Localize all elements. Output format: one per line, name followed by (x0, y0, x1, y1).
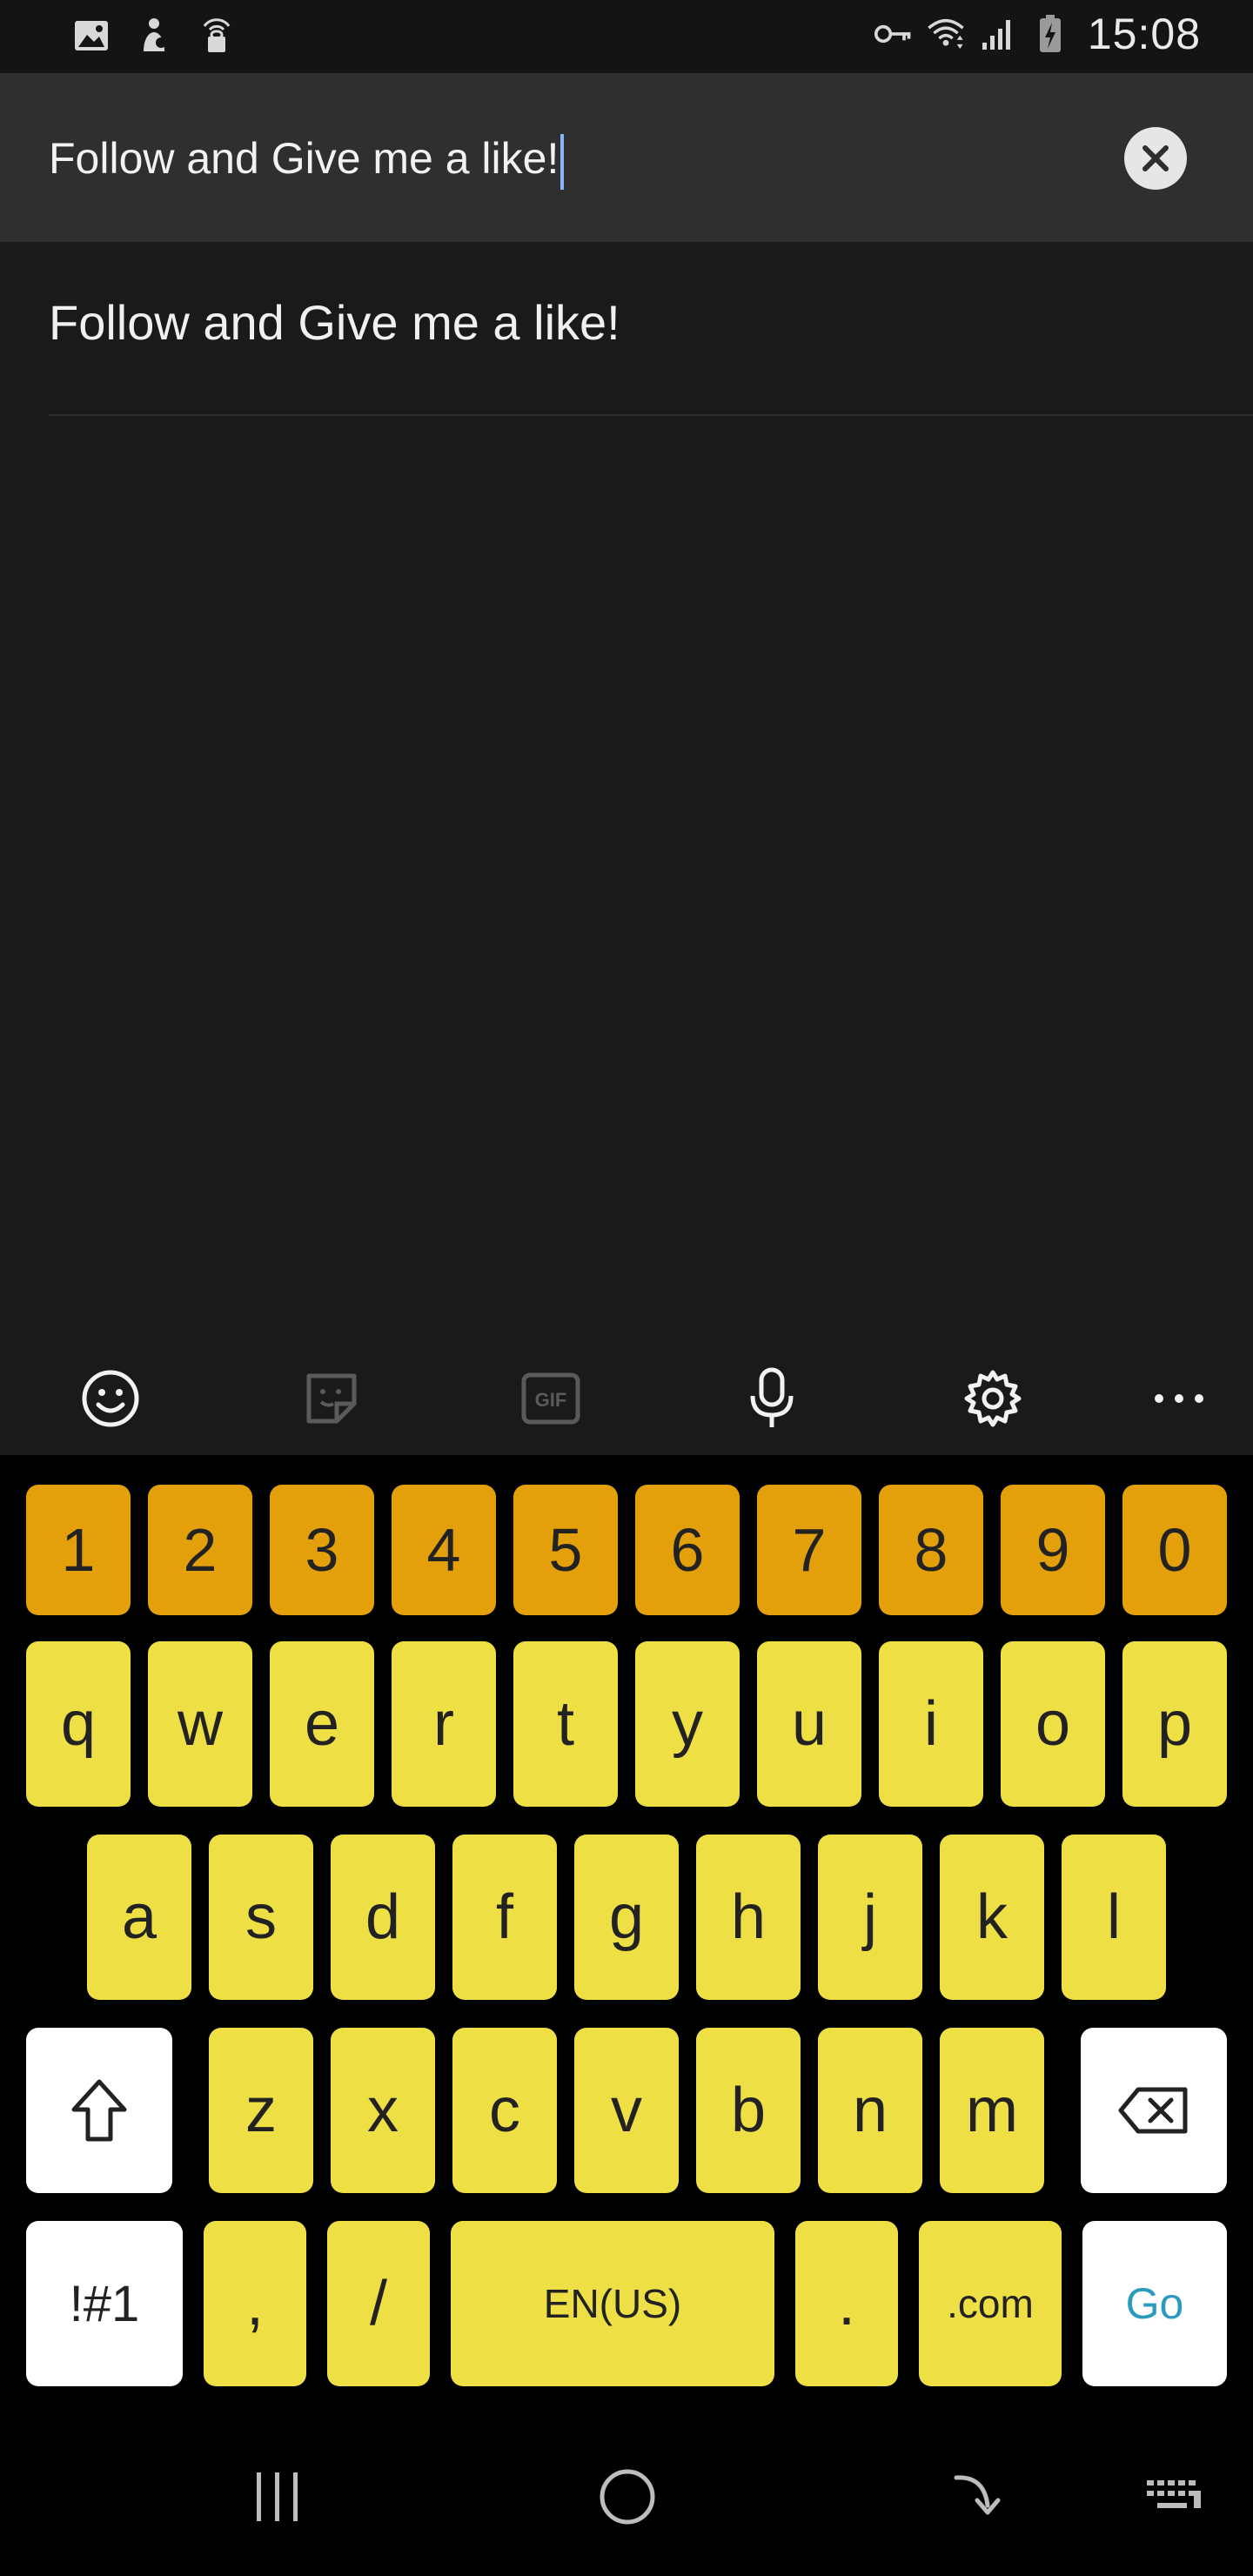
key-z[interactable]: z (209, 2028, 313, 2193)
shift-icon (71, 2079, 127, 2142)
search-bar: Follow and Give me a like! (0, 73, 1253, 242)
gif-icon[interactable]: GIF (512, 1359, 590, 1438)
space-key[interactable]: EN(US) (451, 2221, 774, 2386)
settings-icon[interactable] (954, 1359, 1032, 1438)
battery-charging-icon (1030, 14, 1070, 54)
shift-key[interactable] (26, 2028, 172, 2193)
image-icon (71, 16, 111, 56)
dotcom-key[interactable]: .com (919, 2221, 1062, 2386)
recents-icon[interactable] (230, 2449, 325, 2545)
key-c[interactable]: c (452, 2028, 557, 2193)
emoji-icon[interactable] (71, 1359, 150, 1438)
key-p[interactable]: p (1122, 1641, 1227, 1807)
text-cursor (560, 133, 565, 190)
key-g[interactable]: g (574, 1835, 679, 2000)
key-k[interactable]: k (940, 1835, 1044, 2000)
key-9[interactable]: 9 (1001, 1485, 1105, 1615)
close-icon (1142, 145, 1169, 171)
search-input[interactable]: Follow and Give me a like! (49, 118, 1093, 198)
key-4[interactable]: 4 (392, 1485, 496, 1615)
key-3[interactable]: 3 (270, 1485, 374, 1615)
key-o[interactable]: o (1001, 1641, 1105, 1807)
key-i[interactable]: i (879, 1641, 983, 1807)
keyboard-toolbar: GIF (0, 1342, 1253, 1455)
period-key[interactable]: . (795, 2221, 898, 2386)
symbols-key[interactable]: !#1 (26, 2221, 183, 2386)
key-v[interactable]: v (574, 2028, 679, 2193)
key-8[interactable]: 8 (879, 1485, 983, 1615)
key-0[interactable]: 0 (1122, 1485, 1227, 1615)
clock: 15:08 (1087, 10, 1201, 58)
key-q[interactable]: q (26, 1641, 131, 1807)
more-icon[interactable] (1140, 1359, 1218, 1438)
keyboard-hide-icon[interactable] (1126, 2449, 1222, 2545)
backspace-icon (1118, 2087, 1188, 2134)
key-2[interactable]: 2 (148, 1485, 252, 1615)
vpn-key-icon (874, 14, 914, 54)
backspace-key[interactable] (1081, 2028, 1227, 2193)
status-bar: 15:08 (0, 0, 1253, 73)
back-icon[interactable] (929, 2449, 1025, 2545)
key-7[interactable]: 7 (757, 1485, 861, 1615)
status-right-icons: 15:08 (874, 9, 1201, 59)
lock-broadcast-icon (197, 16, 237, 56)
key-a[interactable]: a (87, 1835, 191, 2000)
home-icon[interactable] (580, 2449, 675, 2545)
key-m[interactable]: m (940, 2028, 1044, 2193)
slash-key[interactable]: / (327, 2221, 430, 2386)
comma-key[interactable]: , (204, 2221, 306, 2386)
key-x[interactable]: x (331, 2028, 435, 2193)
key-j[interactable]: j (818, 1835, 922, 2000)
key-r[interactable]: r (392, 1641, 496, 1807)
search-input-text: Follow and Give me a like! (49, 134, 559, 183)
key-5[interactable]: 5 (513, 1485, 618, 1615)
key-w[interactable]: w (148, 1641, 252, 1807)
clear-search-button[interactable] (1124, 127, 1187, 190)
key-1[interactable]: 1 (26, 1485, 131, 1615)
wifi-icon (926, 14, 966, 54)
sticker-icon[interactable] (292, 1359, 371, 1438)
key-u[interactable]: u (757, 1641, 861, 1807)
gif-label: GIF (535, 1389, 567, 1411)
go-key[interactable]: Go (1082, 2221, 1227, 2386)
key-f[interactable]: f (452, 1835, 557, 2000)
key-y[interactable]: y (635, 1641, 740, 1807)
key-b[interactable]: b (696, 2028, 801, 2193)
app-notification-icon (134, 16, 174, 56)
key-n[interactable]: n (818, 2028, 922, 2193)
key-t[interactable]: t (513, 1641, 618, 1807)
divider (49, 414, 1253, 416)
signal-icon (978, 14, 1018, 54)
key-s[interactable]: s (209, 1835, 313, 2000)
status-left-icons (71, 16, 237, 56)
key-d[interactable]: d (331, 1835, 435, 2000)
key-e[interactable]: e (270, 1641, 374, 1807)
key-l[interactable]: l (1062, 1835, 1166, 2000)
navigation-bar (0, 2414, 1253, 2576)
suggestion-list: Follow and Give me a like! (0, 242, 1253, 1342)
keyboard: 1 2 3 4 5 6 7 8 9 0 q w e r t y u i o p … (0, 1455, 1253, 2414)
suggestion-item[interactable]: Follow and Give me a like! (49, 294, 620, 351)
key-6[interactable]: 6 (635, 1485, 740, 1615)
key-h[interactable]: h (696, 1835, 801, 2000)
microphone-icon[interactable] (733, 1359, 811, 1438)
